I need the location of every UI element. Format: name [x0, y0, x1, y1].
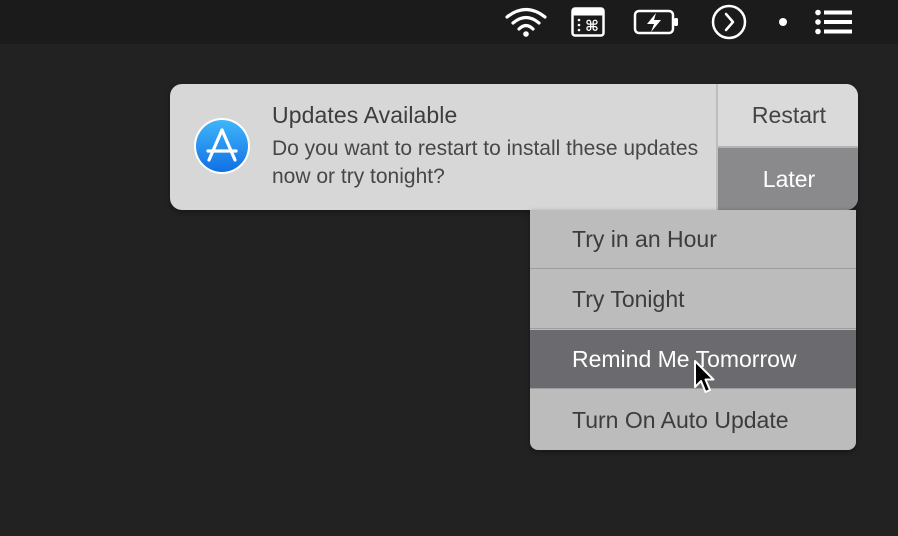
menu-bar: ⌘	[0, 0, 898, 44]
clock-icon[interactable]	[709, 0, 749, 44]
menu-item-try-in-an-hour[interactable]: Try in an Hour	[530, 210, 856, 269]
wifi-icon[interactable]	[504, 0, 548, 44]
notification-center-icon[interactable]	[812, 0, 856, 44]
later-options-menu: Try in an Hour Try Tonight Remind Me Tom…	[530, 210, 856, 450]
later-button[interactable]: Later	[718, 148, 858, 210]
dot-icon[interactable]	[774, 0, 792, 44]
notification-actions: Restart Later	[716, 84, 858, 210]
keyboard-viewer-icon[interactable]: ⌘	[570, 0, 606, 44]
battery-charging-icon[interactable]	[632, 0, 682, 44]
svg-text:⌘: ⌘	[585, 17, 599, 35]
menu-item-try-tonight[interactable]: Try Tonight	[530, 270, 856, 329]
notification-message: Do you want to restart to install these …	[272, 137, 699, 188]
notification-title: Updates Available	[272, 102, 458, 128]
app-store-icon	[193, 117, 251, 175]
mouse-pointer-icon	[693, 359, 717, 400]
restart-button[interactable]: Restart	[718, 84, 858, 148]
update-notification[interactable]: Updates Available Do you want to restart…	[170, 84, 858, 210]
